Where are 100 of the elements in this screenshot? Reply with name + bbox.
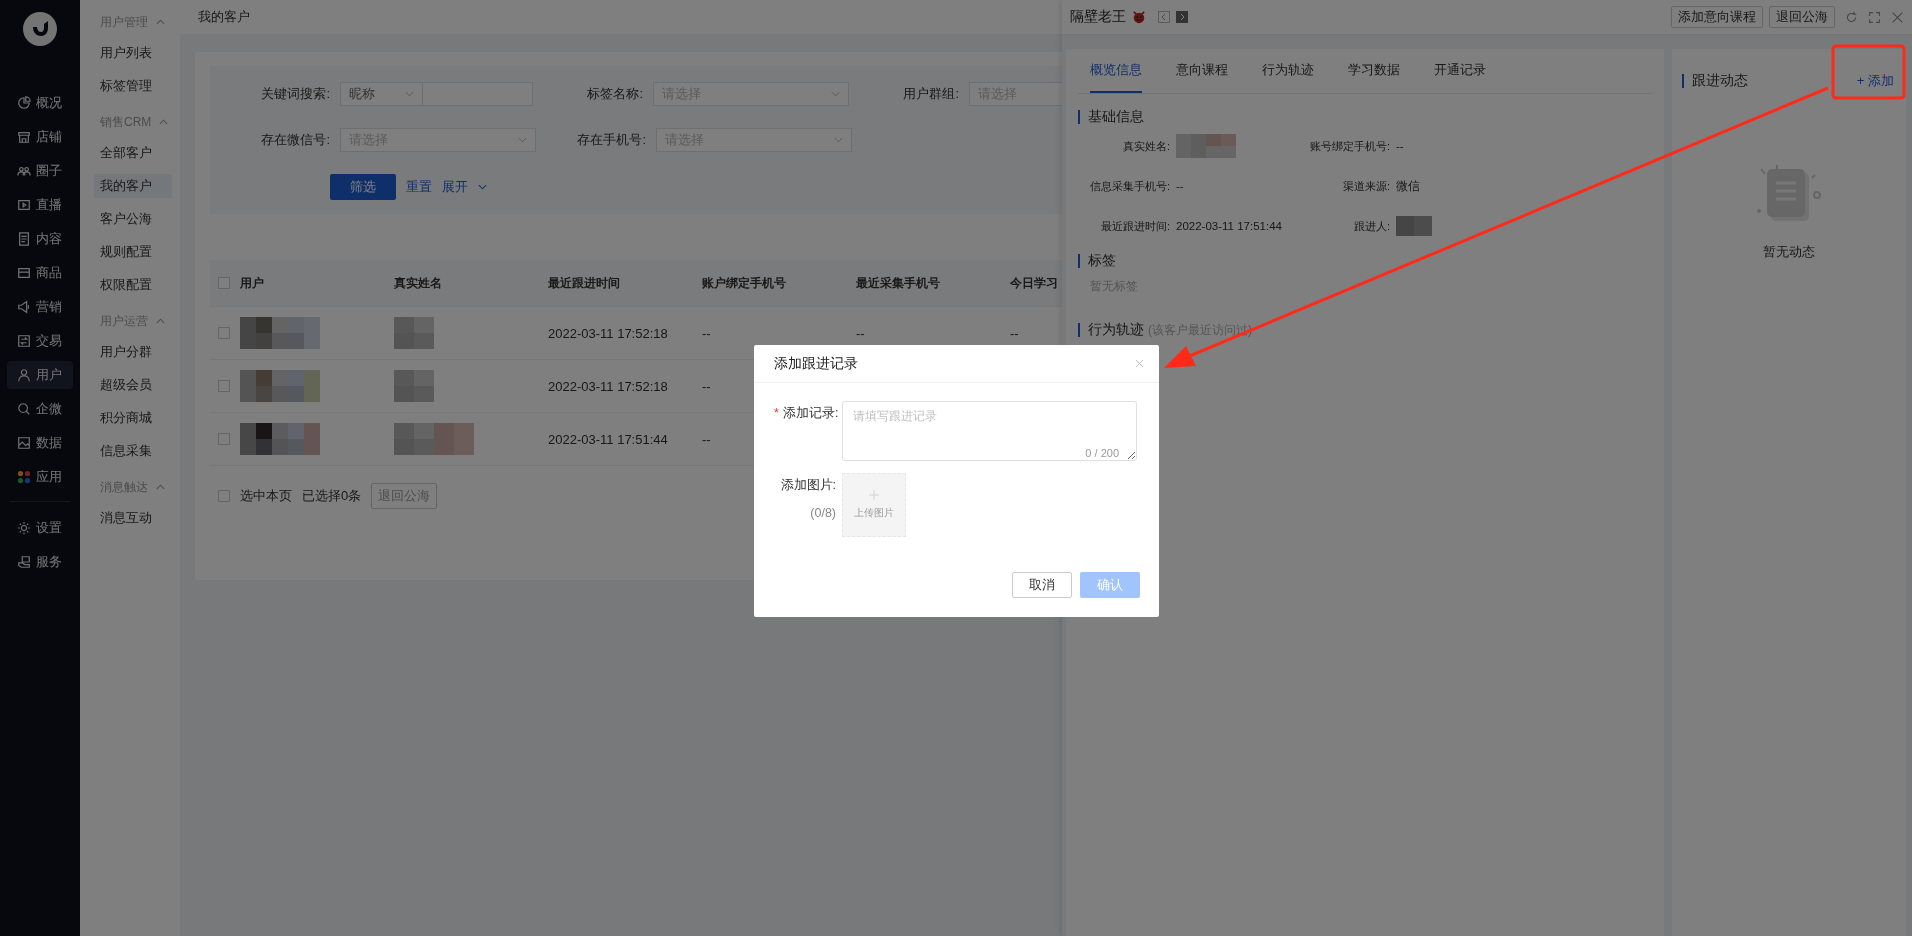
apps-icon bbox=[17, 470, 31, 484]
section-title: 基础信息 bbox=[1088, 108, 1144, 126]
nav-item[interactable]: 服务 bbox=[7, 548, 73, 576]
nav-item[interactable]: 直播 bbox=[7, 191, 73, 219]
chevron-icon[interactable] bbox=[159, 119, 169, 125]
image-count: (0/8) bbox=[810, 506, 836, 520]
submenu-item[interactable]: 客户公海 bbox=[94, 207, 172, 231]
nav-item[interactable]: 圈子 bbox=[7, 157, 73, 185]
checkbox[interactable] bbox=[218, 433, 230, 445]
nav-item[interactable]: 用户 bbox=[7, 361, 73, 389]
filter-label: 用户群组: bbox=[902, 85, 959, 103]
tab[interactable]: 行为轨迹 bbox=[1262, 49, 1314, 93]
filter-label: 关键词搜索: bbox=[260, 85, 330, 103]
field-label: 添加记录: bbox=[782, 406, 839, 420]
nav-item[interactable]: 应用 bbox=[7, 463, 73, 491]
hand-icon bbox=[17, 555, 31, 569]
checkbox[interactable] bbox=[218, 380, 230, 392]
table-cell: -- bbox=[1010, 325, 1019, 341]
column-header: 账户绑定手机号 bbox=[702, 275, 786, 290]
next-icon[interactable] bbox=[1176, 11, 1188, 23]
submenu-item[interactable]: 超级会员 bbox=[94, 373, 172, 397]
checkbox[interactable] bbox=[218, 277, 230, 289]
section-title: 行为轨迹 bbox=[1088, 321, 1144, 339]
chevron-icon[interactable] bbox=[156, 318, 165, 324]
chevron-down-icon bbox=[405, 91, 414, 97]
column-header: 今日学习 bbox=[1010, 275, 1058, 290]
chevron-down-icon bbox=[834, 137, 843, 143]
submenu-item[interactable]: 积分商城 bbox=[94, 406, 172, 430]
field-value: -- bbox=[1396, 140, 1404, 152]
table-cell: 2022-03-11 17:52:18 bbox=[548, 325, 668, 341]
user-icon bbox=[17, 368, 31, 382]
submenu-item[interactable]: 标签管理 bbox=[94, 74, 172, 98]
checkbox[interactable] bbox=[218, 490, 230, 502]
header-button[interactable]: 添加意向课程 bbox=[1671, 6, 1763, 28]
checkbox[interactable] bbox=[218, 327, 230, 339]
chevron-icon[interactable] bbox=[156, 19, 165, 25]
close-icon[interactable] bbox=[1891, 10, 1904, 24]
cancel-button[interactable]: 取消 bbox=[1012, 572, 1072, 598]
submenu-item[interactable]: 我的客户 bbox=[94, 174, 172, 198]
plus-icon bbox=[869, 490, 879, 500]
upload-button[interactable]: 上传图片 bbox=[842, 473, 906, 537]
tab[interactable]: 概览信息 bbox=[1090, 49, 1142, 93]
section-title: 跟进动态 bbox=[1692, 72, 1748, 90]
submenu-item[interactable]: 信息采集 bbox=[94, 439, 172, 463]
field-label: 跟进人: bbox=[1352, 218, 1390, 234]
refresh-icon[interactable] bbox=[1845, 10, 1858, 24]
field-label: 添加图片: bbox=[780, 477, 836, 494]
select-field[interactable]: 昵称 bbox=[340, 82, 423, 106]
field-label: 渠道来源: bbox=[1341, 178, 1390, 194]
field-label: 真实姓名: bbox=[1121, 138, 1170, 154]
submenu-item[interactable]: 用户分群 bbox=[94, 340, 172, 364]
table-cell: -- bbox=[702, 378, 711, 394]
character-counter: 0 / 200 bbox=[1085, 447, 1119, 459]
header-button[interactable]: 退回公海 bbox=[1769, 6, 1835, 28]
field-label: 信息采集手机号: bbox=[1088, 178, 1170, 194]
previous-icon[interactable] bbox=[1158, 11, 1170, 23]
field-label: 账号绑定手机号: bbox=[1308, 138, 1390, 154]
reset-link[interactable]: 重置 bbox=[406, 178, 432, 196]
nav-item[interactable]: 店铺 bbox=[7, 123, 73, 151]
submenu-item[interactable]: 用户列表 bbox=[94, 41, 172, 65]
nav-item[interactable]: 内容 bbox=[7, 225, 73, 253]
document-icon bbox=[17, 232, 31, 246]
field-value: -- bbox=[1176, 180, 1184, 192]
nav-item[interactable]: 设置 bbox=[7, 514, 73, 542]
video-icon bbox=[17, 198, 31, 212]
tab[interactable]: 意向课程 bbox=[1176, 49, 1228, 93]
tab[interactable]: 开通记录 bbox=[1434, 49, 1486, 93]
chevron-icon[interactable] bbox=[156, 484, 165, 490]
tab[interactable]: 学习数据 bbox=[1348, 49, 1400, 93]
image-icon bbox=[17, 436, 31, 450]
add-link[interactable]: + 添加 bbox=[1856, 72, 1894, 90]
chevron-down-icon[interactable] bbox=[478, 184, 487, 190]
submenu-item[interactable]: 规则配置 bbox=[94, 240, 172, 264]
pie-chart-icon bbox=[17, 96, 31, 110]
nav-item[interactable]: 数据 bbox=[7, 429, 73, 457]
submenu-item[interactable]: 消息互动 bbox=[94, 506, 172, 530]
filter-label: 存在微信号: bbox=[260, 131, 330, 149]
column-header: 用户 bbox=[240, 275, 264, 290]
chat-icon bbox=[17, 402, 31, 416]
column-header: 真实姓名 bbox=[394, 275, 442, 290]
filter-label: 存在手机号: bbox=[576, 131, 646, 149]
dialog-title: 添加跟进记录 bbox=[774, 354, 858, 373]
nav-item[interactable]: 企微 bbox=[7, 395, 73, 423]
close-icon[interactable] bbox=[1135, 359, 1144, 368]
submenu-item[interactable]: 全部客户 bbox=[94, 141, 172, 165]
submenu-item[interactable]: 权限配置 bbox=[94, 273, 172, 297]
nav-item[interactable]: 营销 bbox=[7, 293, 73, 321]
filter-label: 标签名称: bbox=[586, 85, 643, 103]
nav-item[interactable]: 概况 bbox=[7, 89, 73, 117]
logo-icon bbox=[23, 12, 57, 46]
table-cell: -- bbox=[702, 325, 711, 341]
required-mark: * bbox=[774, 406, 779, 420]
nav-item[interactable]: 商品 bbox=[7, 259, 73, 287]
section-title: 标签 bbox=[1088, 252, 1116, 270]
exchange-icon bbox=[17, 334, 31, 348]
expand-link[interactable]: 展开 bbox=[442, 178, 468, 196]
filter-button[interactable]: 筛选 bbox=[330, 174, 396, 200]
empty-text: 暂无动态 bbox=[1763, 243, 1815, 261]
expand-icon[interactable] bbox=[1868, 10, 1881, 24]
nav-item[interactable]: 交易 bbox=[7, 327, 73, 355]
